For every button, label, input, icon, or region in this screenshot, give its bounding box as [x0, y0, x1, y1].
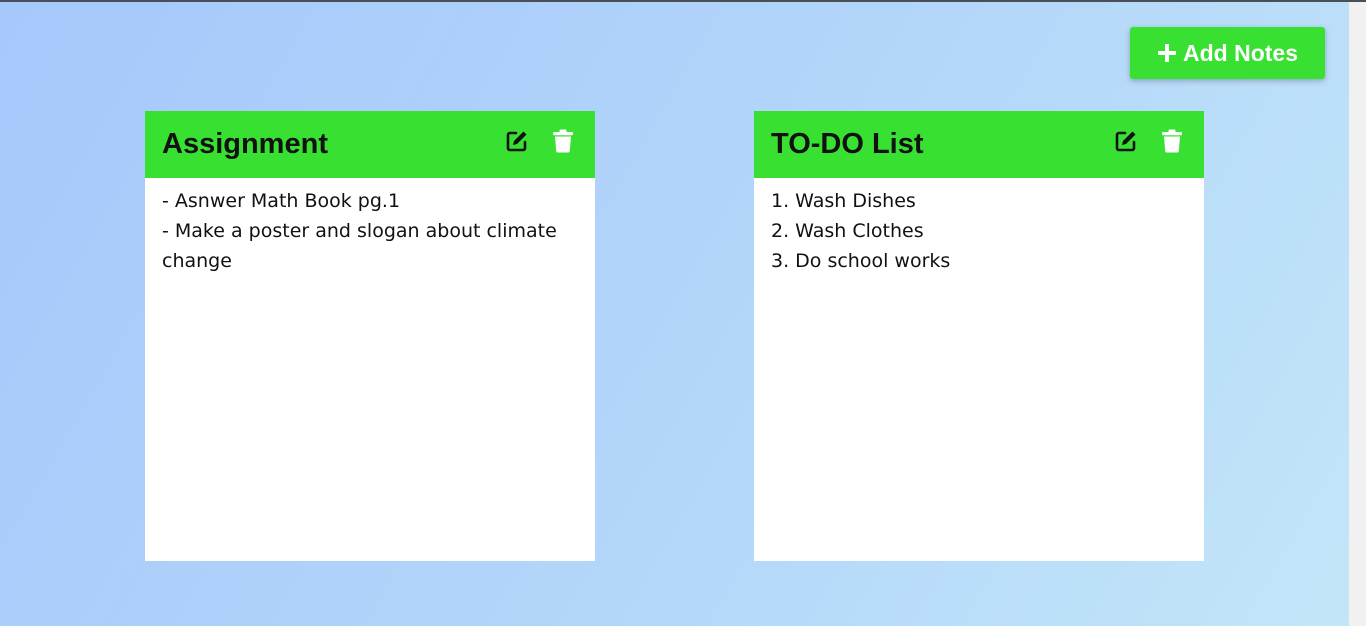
note-content: - Asnwer Math Book pg.1 - Make a poster … [145, 178, 595, 276]
note-line: 3. Do school works [771, 250, 951, 272]
note-line: - Asnwer Math Book pg.1 [162, 190, 401, 212]
window-top-border [0, 0, 1366, 2]
trash-icon[interactable] [550, 128, 576, 154]
note-header: TO-DO List [754, 111, 1204, 178]
note-content: 1. Wash Dishes 2. Wash Clothes 3. Do sch… [754, 178, 1204, 276]
edit-icon[interactable] [1113, 128, 1139, 154]
note-card: Assignment - Asnwer Math Book pg.1 - Mak… [145, 111, 595, 561]
note-title: Assignment [162, 128, 328, 160]
note-header: Assignment [145, 111, 595, 178]
add-notes-button[interactable]: Add Notes [1130, 27, 1325, 79]
note-line: 1. Wash Dishes [771, 190, 916, 212]
note-title: TO-DO List [771, 128, 924, 160]
trash-icon[interactable] [1159, 128, 1185, 154]
note-card: TO-DO List 1. Wash Dishes 2. Wash Clothe… [754, 111, 1204, 561]
scrollbar-track[interactable] [1349, 2, 1366, 626]
note-line: - Make a poster and slogan about climate… [162, 220, 557, 272]
edit-icon[interactable] [504, 128, 530, 154]
add-notes-label: Add Notes [1183, 39, 1298, 66]
plus-icon [1157, 43, 1177, 63]
note-line: 2. Wash Clothes [771, 220, 924, 242]
